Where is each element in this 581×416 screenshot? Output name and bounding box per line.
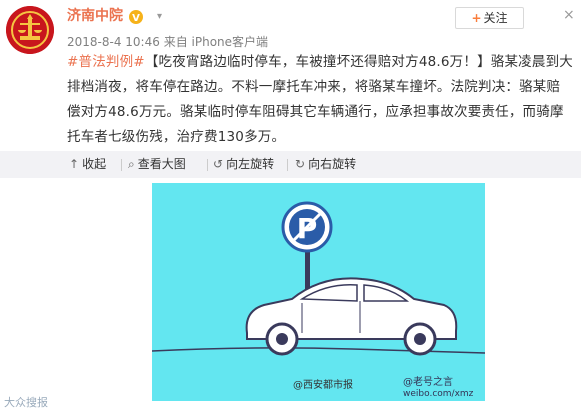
rotate-left-label: 向左旋转: [226, 157, 275, 171]
watermark-right: @老号之言: [403, 377, 453, 388]
watermark-center: @西安都市报: [293, 380, 353, 391]
toolbar-divider: [287, 159, 288, 171]
rotate-right-icon: ↻: [295, 157, 306, 171]
close-icon[interactable]: ×: [563, 8, 577, 22]
toolbar-divider: [121, 159, 122, 171]
plus-icon: +: [471, 11, 482, 25]
view-large-button[interactable]: ⌕ 查看大图: [128, 157, 186, 172]
follow-button[interactable]: + 关注: [455, 7, 524, 29]
post-image[interactable]: P: [151, 183, 486, 401]
chevron-down-icon[interactable]: ▾: [157, 11, 169, 23]
watermark-right-url: weibo.com/xmz: [403, 389, 474, 399]
post-meta: 2018-8-4 10:46 来自 iPhone客户端: [67, 35, 268, 49]
view-large-label: 查看大图: [137, 157, 186, 171]
collapse-label: 收起: [82, 157, 107, 171]
post-source: 来自 iPhone客户端: [163, 35, 269, 49]
rotate-right-label: 向右旋转: [308, 157, 357, 171]
court-emblem-icon: [6, 6, 54, 54]
username-link[interactable]: 济南中院: [67, 7, 123, 25]
follow-label: 关注: [483, 11, 508, 25]
collapse-icon: ↑: [69, 157, 80, 171]
watermark-left: 大众搜报: [4, 396, 48, 409]
rotate-right-button[interactable]: ↻ 向右旋转: [295, 157, 356, 172]
post-timestamp[interactable]: 2018-8-4 10:46: [67, 35, 160, 49]
zoom-icon: ⌕: [128, 157, 135, 171]
post-content: #普法判例#【吃夜宵路边临时停车，车被撞坏还得赔对方48.6万！】骆某凌晨到大排…: [67, 50, 573, 150]
svg-text:V: V: [132, 13, 140, 24]
collapse-button[interactable]: ↑ 收起: [69, 157, 106, 172]
image-toolbar: ↑ 收起 ⌕ 查看大图 ↺ 向左旋转 ↻ 向右旋转: [0, 151, 581, 178]
topic-tag-link[interactable]: #普法判例#: [67, 54, 145, 70]
rotate-left-button[interactable]: ↺ 向左旋转: [213, 157, 274, 172]
toolbar-divider: [207, 159, 208, 171]
parking-car-illustration: P: [151, 183, 486, 401]
verified-badge-icon: V: [128, 9, 145, 28]
rotate-left-icon: ↺: [213, 157, 224, 171]
avatar[interactable]: [6, 6, 54, 54]
